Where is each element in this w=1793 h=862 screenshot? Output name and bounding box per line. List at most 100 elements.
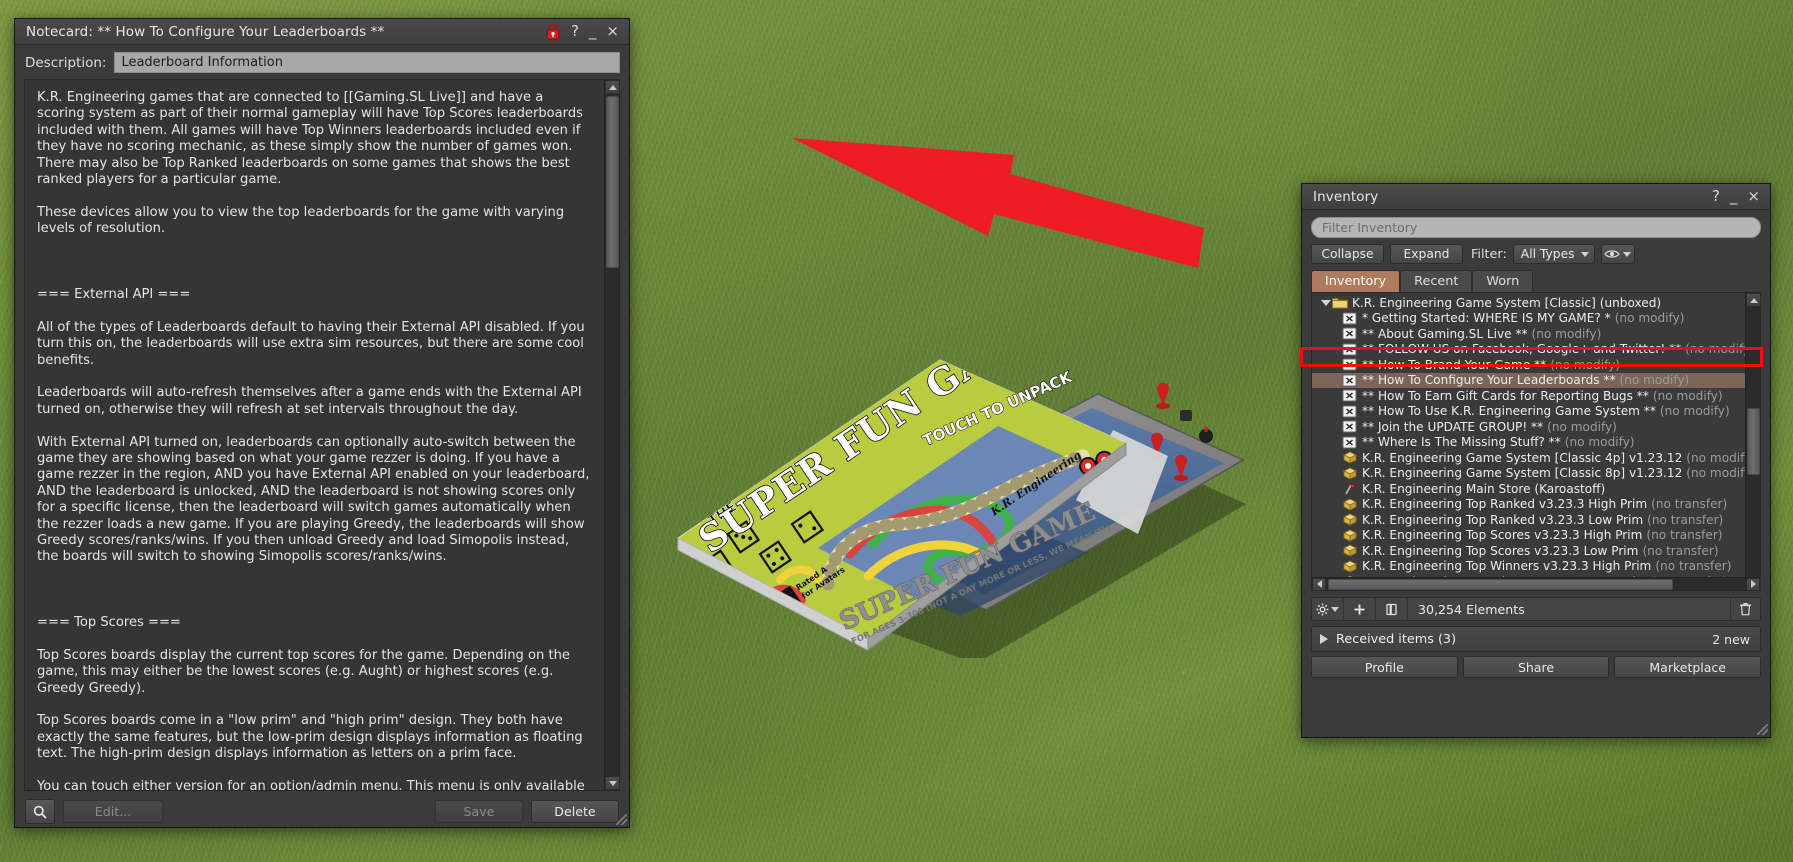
inventory-list-panel: K.R. Engineering Game System [Classic] (… xyxy=(1311,292,1761,591)
tab-inventory[interactable]: Inventory xyxy=(1311,270,1401,292)
inventory-item-label: K.R. Engineering Top Ranked v3.23.3 High… xyxy=(1362,497,1648,512)
save-button[interactable]: Save xyxy=(435,800,523,823)
lock-icon[interactable] xyxy=(545,23,561,40)
inventory-horizontal-scrollbar[interactable] xyxy=(1312,577,1760,591)
inventory-row[interactable]: K.R. Engineering Top Ranked v3.23.3 Low … xyxy=(1312,512,1745,528)
inventory-item-label: ** How To Use K.R. Engineering Game Syst… xyxy=(1362,404,1656,419)
inventory-item-permissions: (no modify) xyxy=(1531,326,1602,341)
description-label: Description: xyxy=(25,54,107,71)
inventory-item-label: ** FOLLOW US on Facebook, Google+ and Tw… xyxy=(1362,342,1682,357)
inventory-item-label: * Getting Started: WHERE IS MY GAME? * xyxy=(1362,311,1611,326)
visibility-filter-dropdown[interactable] xyxy=(1600,244,1635,264)
notecard-vertical-scrollbar[interactable] xyxy=(604,80,620,790)
scroll-down-icon[interactable] xyxy=(605,776,620,790)
scroll-up-icon[interactable] xyxy=(1746,293,1761,307)
inventory-row[interactable]: * Getting Started: WHERE IS MY GAME? * (n… xyxy=(1312,311,1745,327)
object-icon xyxy=(1342,451,1358,464)
inventory-row[interactable]: ** Where Is The Missing Stuff? ** (no mod… xyxy=(1312,435,1745,451)
inventory-row[interactable]: ** How To Brand Your Game ** (no modify) xyxy=(1312,357,1745,373)
type-filter-value: All Types xyxy=(1520,247,1575,261)
inventory-row[interactable]: ** How To Use K.R. Engineering Game Syst… xyxy=(1312,404,1745,420)
inventory-item-label: K.R. Engineering Top Scores v3.23.3 High… xyxy=(1362,528,1643,543)
inventory-row[interactable]: ** Join the UPDATE GROUP! ** (no modify) xyxy=(1312,419,1745,435)
object-icon xyxy=(1342,498,1358,511)
expand-triangle-icon[interactable] xyxy=(1320,299,1332,306)
profile-button[interactable]: Profile xyxy=(1311,656,1458,678)
marketplace-button[interactable]: Marketplace xyxy=(1614,656,1762,678)
notecard-scroll-thumb[interactable] xyxy=(606,96,619,268)
minimize-icon[interactable]: _ xyxy=(589,24,597,39)
trash-icon[interactable] xyxy=(1730,598,1760,620)
close-icon[interactable]: × xyxy=(606,24,619,39)
inventory-titlebar[interactable]: Inventory ? _ × xyxy=(1302,184,1770,210)
inventory-row[interactable]: ** About Gaming.SL Live ** (no modify) xyxy=(1312,326,1745,342)
outfit-icon[interactable] xyxy=(1376,598,1408,620)
share-button[interactable]: Share xyxy=(1462,656,1610,678)
inventory-row[interactable]: K.R. Engineering Game System [Classic] (… xyxy=(1312,295,1745,311)
scroll-right-icon[interactable] xyxy=(1746,577,1760,591)
inventory-scroll-thumb[interactable] xyxy=(1747,408,1760,475)
landmark-icon xyxy=(1342,482,1358,495)
inventory-item-label: K.R. Engineering Top Scores v3.23.3 Low … xyxy=(1362,543,1639,558)
chevron-down-icon xyxy=(1331,606,1339,612)
filter-input[interactable] xyxy=(1311,217,1761,238)
inventory-list[interactable]: K.R. Engineering Game System [Classic] (… xyxy=(1312,293,1745,590)
inventory-item-label: K.R. Engineering Top Ranked v3.23.3 Low … xyxy=(1362,512,1644,527)
scroll-left-icon[interactable] xyxy=(1312,577,1326,591)
inventory-row[interactable]: K.R. Engineering Top Scores v3.23.3 High… xyxy=(1312,528,1745,544)
collapse-button[interactable]: Collapse xyxy=(1311,244,1384,264)
hscroll-thumb[interactable] xyxy=(1328,578,1673,590)
inventory-row[interactable]: K.R. Engineering Main Store (Karoastoff) xyxy=(1312,481,1745,497)
game-box-object[interactable]: K.R. Engineering A Rated A for Avatars T… xyxy=(668,348,1248,664)
plus-icon[interactable] xyxy=(1344,598,1376,620)
edit-button[interactable]: Edit... xyxy=(63,800,163,823)
close-icon[interactable]: × xyxy=(1747,189,1760,204)
inventory-controls-row: Collapse Expand Filter: All Types xyxy=(1302,242,1770,268)
received-items-bar[interactable]: Received items (3) 2 new xyxy=(1311,626,1761,652)
notecard-icon xyxy=(1342,420,1358,433)
inventory-row[interactable]: ** How To Earn Gift Cards for Reporting … xyxy=(1312,388,1745,404)
tab-worn[interactable]: Worn xyxy=(1472,270,1534,292)
description-input[interactable] xyxy=(114,52,620,73)
delete-button[interactable]: Delete xyxy=(531,800,619,823)
inventory-row[interactable]: K.R. Engineering Game System [Classic 4p… xyxy=(1312,450,1745,466)
inventory-row[interactable]: K.R. Engineering Game System [Classic 8p… xyxy=(1312,466,1745,482)
inventory-row[interactable]: ** FOLLOW US on Facebook, Google+ and Tw… xyxy=(1312,342,1745,358)
filter-label: Filter: xyxy=(1471,246,1507,262)
inventory-item-label: ** Join the UPDATE GROUP! ** xyxy=(1362,419,1544,434)
notecard-icon xyxy=(1342,358,1358,371)
resize-grip[interactable] xyxy=(1757,724,1768,735)
inventory-item-permissions: (no modify) (no transfe xyxy=(1686,450,1745,465)
object-icon xyxy=(1342,513,1358,526)
inventory-item-label: K.R. Engineering Game System [Classic 8p… xyxy=(1362,466,1683,481)
inventory-row-selected[interactable]: ** How To Configure Your Leaderboards **… xyxy=(1312,372,1745,388)
inventory-row[interactable]: K.R. Engineering Top Winners v3.23.3 Hig… xyxy=(1312,559,1745,575)
notecard-text-content[interactable]: K.R. Engineering games that are connecte… xyxy=(25,80,604,790)
eye-icon xyxy=(1604,250,1621,258)
expand-triangle-icon xyxy=(1320,634,1328,644)
annotation-arrow xyxy=(786,128,1206,280)
inventory-row[interactable]: K.R. Engineering Top Ranked v3.23.3 High… xyxy=(1312,497,1745,513)
help-icon[interactable]: ? xyxy=(571,24,579,39)
inventory-item-permissions: (no modify) xyxy=(1619,373,1690,388)
inventory-window[interactable]: Inventory ? _ × Collapse Expand Filter: … xyxy=(1300,183,1771,738)
notecard-icon xyxy=(1342,405,1358,418)
inventory-row[interactable]: K.R. Engineering Top Scores v3.23.3 Low … xyxy=(1312,543,1745,559)
search-icon[interactable] xyxy=(25,799,55,824)
tab-recent[interactable]: Recent xyxy=(1400,270,1473,292)
gear-icon[interactable] xyxy=(1312,598,1344,620)
notecard-window[interactable]: Notecard: ** How To Configure Your Leade… xyxy=(14,18,630,828)
help-icon[interactable]: ? xyxy=(1712,189,1720,204)
notecard-titlebar[interactable]: Notecard: ** How To Configure Your Leade… xyxy=(15,19,629,45)
scroll-up-icon[interactable] xyxy=(605,80,620,94)
minimize-icon[interactable]: _ xyxy=(1730,189,1738,204)
inventory-vertical-scrollbar[interactable] xyxy=(1745,293,1761,590)
expand-button[interactable]: Expand xyxy=(1390,244,1463,264)
resize-grip[interactable] xyxy=(616,814,627,825)
inventory-status-row: 30,254 Elements xyxy=(1311,597,1761,621)
inventory-item-label: ** About Gaming.SL Live ** xyxy=(1362,326,1528,341)
inventory-item-permissions: (no transfer) xyxy=(1651,497,1728,512)
hscroll-track[interactable] xyxy=(1326,578,1746,590)
type-filter-dropdown[interactable]: All Types xyxy=(1512,244,1595,264)
inventory-item-label: K.R. Engineering Top Winners v3.23.3 Hig… xyxy=(1362,559,1652,574)
